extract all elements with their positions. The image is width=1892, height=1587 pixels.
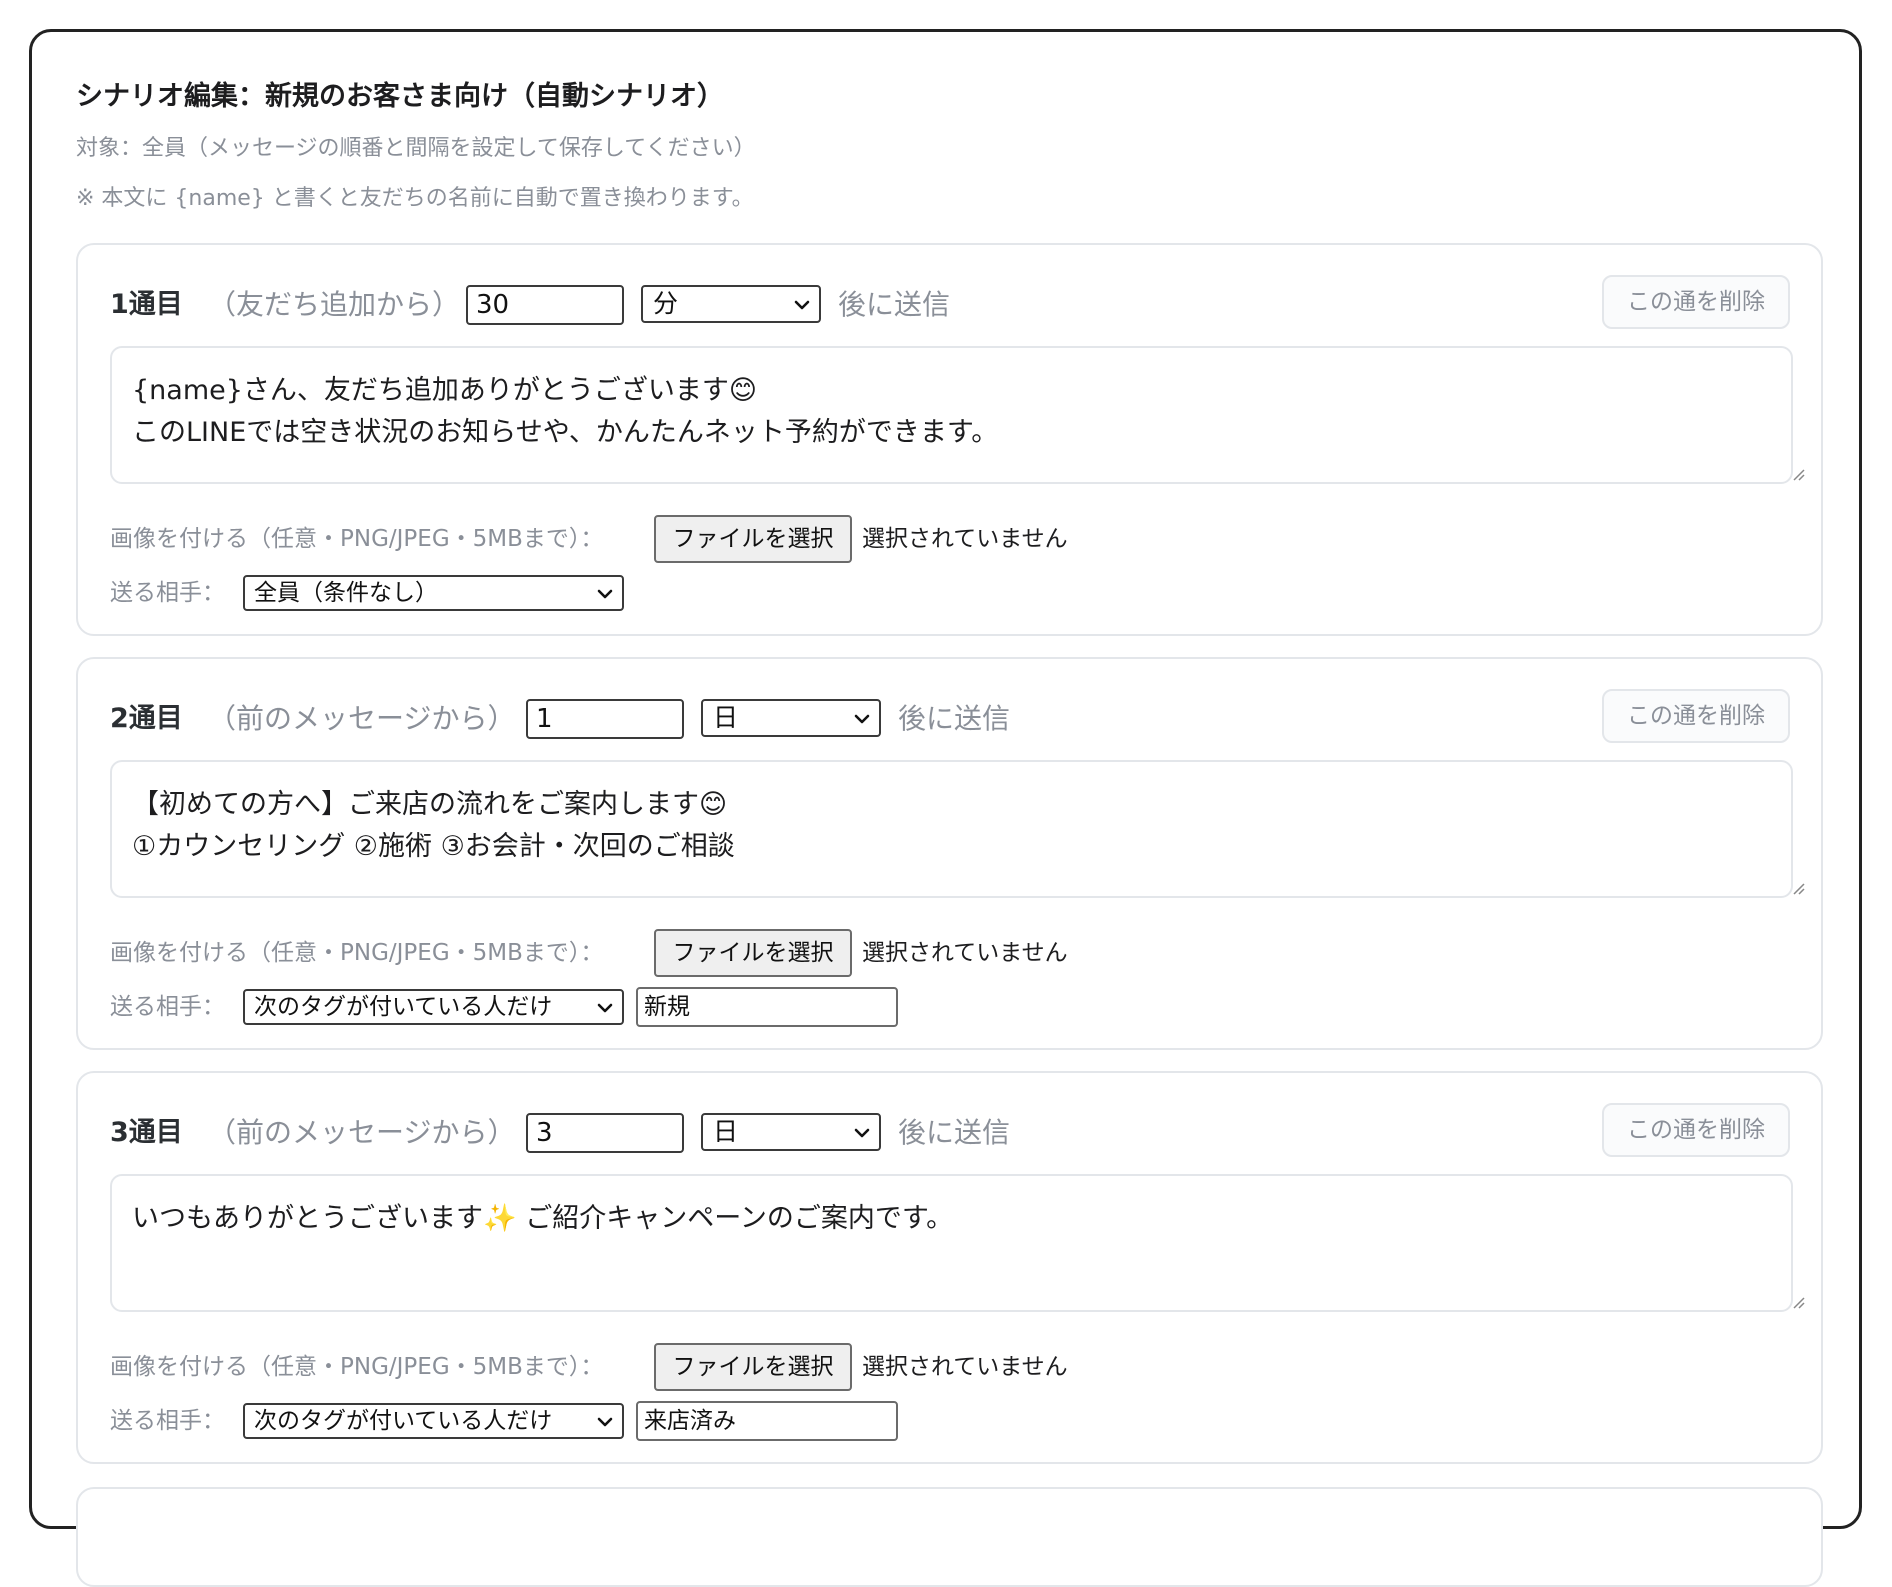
page-title: シナリオ編集：新規のお客さま向け（自動シナリオ） [76,81,724,112]
audience-row: 送る相手： 次のタグが付いている人だけ 来店済み [110,1401,1210,1441]
image-attach-label: 画像を付ける（任意・PNG/JPEG・5MBまで）： [110,526,604,552]
page-subtitle: 対象：全員（メッセージの順番と間隔を設定して保存してください） [76,136,756,161]
resize-handle-icon[interactable] [1790,880,1806,896]
image-attach-label: 画像を付ける（任意・PNG/JPEG・5MBまで）： [110,1354,604,1380]
message-card-3: 3通目 （前のメッセージから） 日 後に送信 この通を削除 いつもありがとうござ… [76,1071,1823,1464]
delay-input[interactable] [466,285,624,325]
message-number: 2通目 [110,703,183,734]
delay-input[interactable] [526,699,684,739]
tag-input[interactable]: 来店済み [636,1401,898,1441]
delay-unit-select[interactable]: 日 [701,699,881,737]
audience-value: 次のタグが付いている人だけ [254,994,553,1020]
delete-message-button[interactable]: この通を削除 [1602,689,1790,743]
file-status: 選択されていません [862,1354,1068,1380]
message-header: 3通目 （前のメッセージから） 日 後に送信 この通を削除 [110,1103,1790,1157]
delay-input[interactable] [526,1113,684,1153]
delay-unit-value: 日 [713,703,739,732]
audience-label: 送る相手： [110,580,225,606]
delete-message-button[interactable]: この通を削除 [1602,275,1790,329]
file-status: 選択されていません [862,526,1068,552]
image-attach-row: 画像を付ける（任意・PNG/JPEG・5MBまで）： ファイルを選択 選択されて… [110,929,1210,977]
chevron-down-icon [794,300,810,310]
delete-message-button[interactable]: この通を削除 [1602,1103,1790,1157]
message-body-textarea[interactable]: 【初めての方へ】ご来店の流れをご案内します😊 ①カウンセリング ②施術 ③お会計… [110,760,1793,898]
audience-value: 次のタグが付いている人だけ [254,1408,553,1434]
choose-file-button[interactable]: ファイルを選択 [654,1343,852,1391]
scenario-edit-panel: シナリオ編集：新規のお客さま向け（自動シナリオ） 対象：全員（メッセージの順番と… [29,29,1862,1587]
delay-unit-select[interactable]: 日 [701,1113,881,1151]
audience-select[interactable]: 次のタグが付いている人だけ [243,989,624,1025]
delay-basis-hint: （前のメッセージから） [208,702,516,735]
delay-basis-hint: （友だち追加から） [208,288,461,321]
audience-label: 送る相手： [110,994,225,1020]
image-attach-row: 画像を付ける（任意・PNG/JPEG・5MBまで）： ファイルを選択 選択されて… [110,515,1210,563]
image-attach-label: 画像を付ける（任意・PNG/JPEG・5MBまで）： [110,940,604,966]
message-body-textarea[interactable]: {name}さん、友だち追加ありがとうございます😊 このLINEでは空き状況のお… [110,346,1793,484]
page-note: ※ 本文に {name} と書くと友だちの名前に自動で置き換わります。 [76,186,754,211]
message-header: 1通目 （友だち追加から） 分 後に送信 この通を削除 [110,275,1790,329]
image-attach-row: 画像を付ける（任意・PNG/JPEG・5MBまで）： ファイルを選択 選択されて… [110,1343,1210,1391]
message-number: 3通目 [110,1117,183,1148]
send-after-label: 後に送信 [898,702,1011,735]
delay-unit-select[interactable]: 分 [641,285,821,323]
audience-select[interactable]: 次のタグが付いている人だけ [243,1403,624,1439]
chevron-down-icon [597,589,613,599]
resize-handle-icon[interactable] [1790,1294,1806,1310]
chevron-down-icon [597,1003,613,1013]
message-card-1: 1通目 （友だち追加から） 分 後に送信 この通を削除 {name}さん、友だち… [76,243,1823,636]
file-status: 選択されていません [862,940,1068,966]
delay-basis-hint: （前のメッセージから） [208,1116,516,1149]
choose-file-button[interactable]: ファイルを選択 [654,515,852,563]
audience-row: 送る相手： 次のタグが付いている人だけ 新規 [110,987,1210,1027]
message-card-4 [76,1487,1823,1587]
chevron-down-icon [854,1128,870,1138]
audience-select[interactable]: 全員（条件なし） [243,575,624,611]
chevron-down-icon [854,714,870,724]
send-after-label: 後に送信 [898,1116,1011,1149]
message-number: 1通目 [110,289,183,320]
audience-label: 送る相手： [110,1408,225,1434]
resize-handle-icon[interactable] [1790,466,1806,482]
tag-input[interactable]: 新規 [636,987,898,1027]
delay-unit-value: 分 [653,289,679,318]
delay-unit-value: 日 [713,1117,739,1146]
message-body-textarea[interactable]: いつもありがとうございます✨ ご紹介キャンペーンのご案内です。 [110,1174,1793,1312]
send-after-label: 後に送信 [838,288,951,321]
choose-file-button[interactable]: ファイルを選択 [654,929,852,977]
message-header: 2通目 （前のメッセージから） 日 後に送信 この通を削除 [110,689,1790,743]
message-card-2: 2通目 （前のメッセージから） 日 後に送信 この通を削除 【初めての方へ】ご来… [76,657,1823,1050]
audience-value: 全員（条件なし） [254,580,438,606]
audience-row: 送る相手： 全員（条件なし） [110,573,1210,613]
chevron-down-icon [597,1417,613,1427]
